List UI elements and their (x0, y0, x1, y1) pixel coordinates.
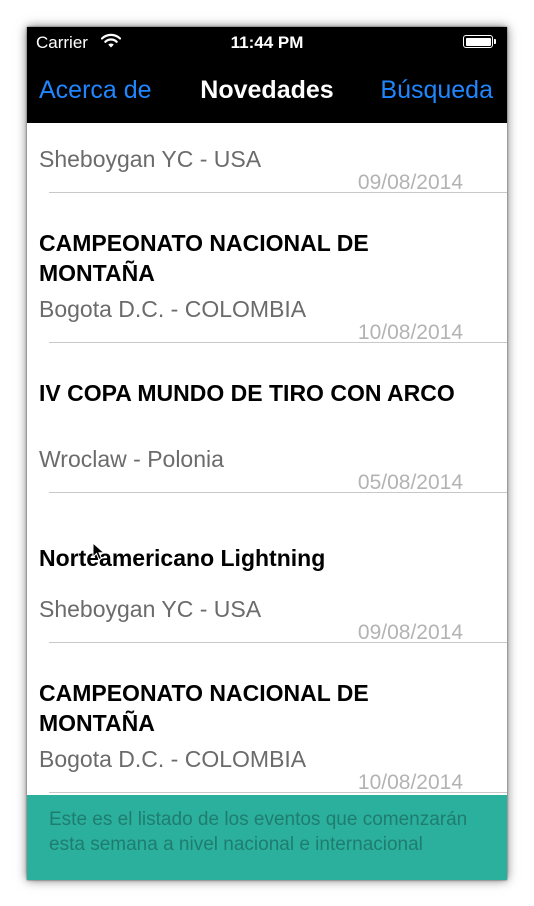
event-title: IV COPA MUNDO DE TIRO CON ARCO (39, 380, 455, 406)
event-location: Bogota D.C. - COLOMBIA (39, 296, 307, 322)
events-list[interactable]: Sheboygan YC - USA 09/08/2014 CAMPEONATO… (27, 123, 507, 795)
event-row[interactable]: IV COPA MUNDO DE TIRO CON ARCO Wroclaw -… (27, 343, 507, 494)
search-button[interactable]: Búsqueda (380, 76, 493, 105)
phone-screen: Carrier 11:44 PM Acerca de Novedades Bús… (27, 27, 507, 880)
status-bar: Carrier 11:44 PM (27, 27, 507, 59)
event-title: CAMPEONATO NACIONAL DE MONTAÑA (39, 230, 369, 286)
event-location: Sheboygan YC - USA (39, 146, 262, 172)
info-footer: Este es el listado de los eventos que co… (27, 795, 507, 880)
footer-text: Este es el listado de los eventos que co… (49, 809, 468, 855)
event-location: Wroclaw - Polonia (39, 446, 224, 472)
event-row[interactable]: CAMPEONATO NACIONAL DE MONTAÑA Bogota D.… (27, 193, 507, 344)
event-row[interactable]: Sheboygan YC - USA 09/08/2014 (27, 123, 507, 194)
event-title: CAMPEONATO NACIONAL DE MONTAÑA (39, 680, 369, 736)
battery-fill (465, 37, 491, 46)
row-divider (49, 792, 507, 793)
mouse-pointer-icon (92, 541, 106, 567)
event-location: Sheboygan YC - USA (39, 596, 262, 622)
battery-icon (463, 35, 496, 48)
event-location: Bogota D.C. - COLOMBIA (39, 746, 307, 772)
event-row[interactable]: CAMPEONATO NACIONAL DE MONTAÑA Bogota D.… (27, 643, 507, 794)
navigation-bar: Acerca de Novedades Búsqueda (27, 59, 507, 123)
event-row[interactable]: Norteamericano Lightning Sheboygan YC - … (27, 493, 507, 644)
clock-time: 11:44 PM (230, 33, 304, 52)
